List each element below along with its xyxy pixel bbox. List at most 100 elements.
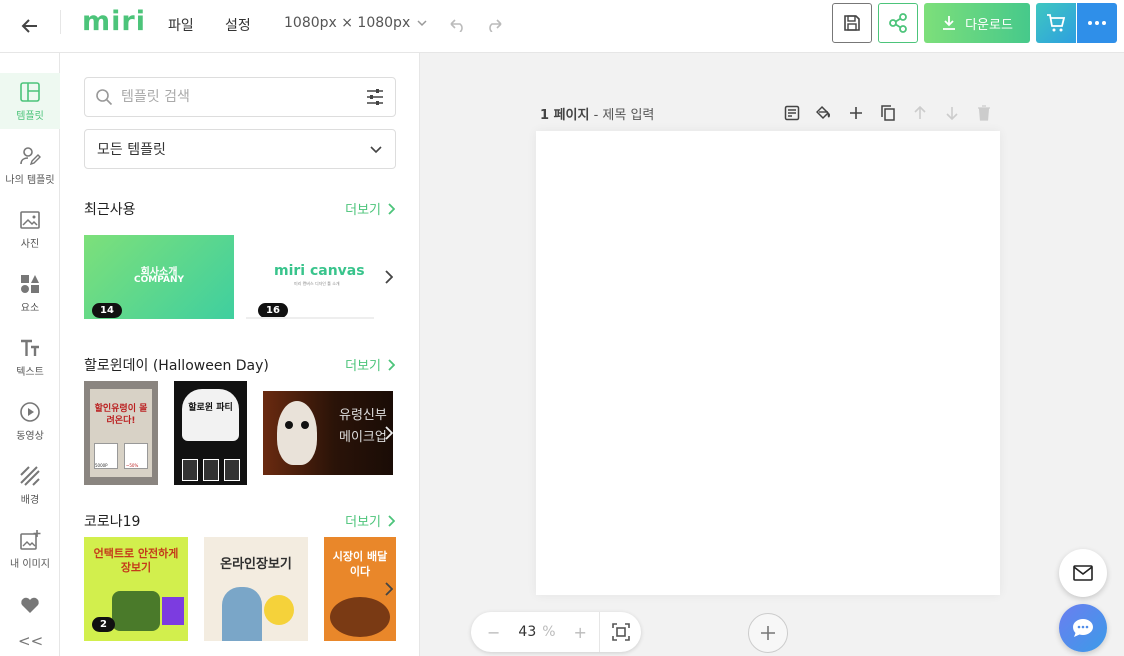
section-title-corona: 코로나19	[84, 514, 141, 530]
search-icon	[96, 89, 113, 106]
page-count-badge: 2	[92, 617, 115, 632]
carousel-next-icon[interactable]	[381, 581, 397, 597]
image-icon	[20, 210, 40, 229]
add-page-button[interactable]	[748, 613, 788, 653]
trash-icon[interactable]	[974, 103, 994, 123]
template-thumb-halloween-sale[interactable]: 할인유령이 몰려온다! 5000P ~50%	[84, 381, 158, 485]
thumb-text: 5000P	[95, 463, 108, 468]
zoom-unit: %	[542, 624, 556, 640]
paint-bucket-icon[interactable]	[814, 103, 834, 123]
zoom-out-icon[interactable]: −	[487, 623, 500, 642]
more-link-halloween[interactable]: 더보기	[345, 355, 395, 374]
add-page-icon[interactable]	[846, 103, 866, 123]
play-icon	[20, 401, 40, 422]
sidebar-item-label: 요소	[20, 302, 40, 314]
back-arrow-icon[interactable]	[16, 12, 44, 40]
canvas-workspace: 1 페이지 - 제목 입력 − 43 % +	[420, 53, 1124, 656]
chevron-down-icon	[417, 20, 427, 27]
thumb-text: COMPANY	[134, 275, 184, 285]
template-panel: 모든 템플릿 최근사용 더보기 회사소개 COMPANY 14 miri can…	[60, 53, 420, 656]
sidebar-item-photos[interactable]: 사진	[0, 201, 60, 257]
filter-sliders-icon[interactable]	[365, 87, 385, 107]
move-up-icon[interactable]	[910, 103, 930, 123]
sidebar-item-elements[interactable]: 요소	[0, 265, 60, 321]
sidebar-item-text[interactable]: 텍스트	[0, 329, 60, 385]
contact-mail-button[interactable]	[1059, 549, 1107, 597]
more-link-corona[interactable]: 더보기	[345, 511, 395, 530]
more-link-label: 더보기	[345, 515, 381, 530]
design-canvas[interactable]	[536, 131, 1000, 595]
redo-icon[interactable]	[484, 14, 506, 36]
chat-button[interactable]	[1059, 604, 1107, 652]
download-button[interactable]: 다운로드	[924, 3, 1030, 43]
carousel-next-icon[interactable]	[381, 269, 397, 285]
text-icon	[21, 339, 39, 356]
page-number: 1 페이지	[540, 108, 590, 123]
more-dots-icon	[1088, 21, 1106, 25]
share-button[interactable]	[878, 3, 918, 43]
sidebar-collapse-button[interactable]: <<	[18, 632, 43, 650]
heart-icon	[21, 597, 39, 613]
search-input[interactable]	[121, 89, 365, 105]
share-icon	[889, 13, 907, 33]
sidebar-item-my-images[interactable]: 내 이미지	[0, 521, 60, 577]
thumb-text: ~50%	[126, 463, 139, 468]
save-button[interactable]	[832, 3, 872, 43]
template-thumb-halloween-party[interactable]: 할로윈 파티	[174, 381, 247, 485]
sidebar-item-favorites[interactable]	[0, 577, 60, 633]
move-down-icon[interactable]	[942, 103, 962, 123]
floppy-disk-icon	[844, 15, 860, 31]
pattern-icon	[20, 465, 40, 486]
sidebar-item-background[interactable]: 배경	[0, 457, 60, 513]
layout-icon	[20, 81, 40, 102]
page-memo-icon[interactable]	[782, 103, 802, 123]
image-add-icon	[20, 529, 41, 550]
sidebar-item-templates[interactable]: 템플릿	[0, 73, 60, 129]
more-link-label: 더보기	[345, 203, 381, 218]
template-category-value: 모든 템플릿	[97, 142, 166, 158]
menu-settings[interactable]: 설정	[225, 15, 251, 35]
template-thumb-ghost-bride[interactable]: 유령신부 메이크업	[263, 391, 393, 475]
zoom-control: − 43 % +	[471, 612, 641, 652]
cart-icon	[1047, 14, 1066, 32]
thumb-text: 할로윈 파티	[188, 403, 233, 413]
chevron-right-icon	[388, 358, 395, 371]
thumb-text: 언택트로 안전하게 장보기	[93, 547, 179, 574]
canvas-size-select[interactable]: 1080px × 1080px	[284, 15, 428, 31]
zoom-in-icon[interactable]: +	[574, 623, 587, 642]
page-count-badge: 14	[92, 303, 122, 318]
fit-screen-icon[interactable]	[612, 623, 630, 641]
carousel-next-icon[interactable]	[381, 425, 397, 441]
page-title-input[interactable]: - 제목 입력	[589, 108, 655, 123]
chevron-right-icon	[388, 514, 395, 527]
chat-bubble-icon	[1073, 619, 1093, 637]
download-icon	[943, 16, 956, 30]
cart-button[interactable]	[1036, 3, 1076, 43]
template-thumb-company[interactable]: 회사소개 COMPANY 14	[84, 235, 234, 319]
thumb-text: miri canvas	[274, 263, 365, 279]
section-title-halloween: 할로윈데이 (Halloween Day)	[84, 358, 269, 374]
template-thumb-untact-shopping[interactable]: 언택트로 안전하게 장보기 2	[84, 537, 188, 641]
mail-icon	[1073, 565, 1093, 581]
undo-icon[interactable]	[446, 14, 468, 36]
duplicate-page-icon[interactable]	[878, 103, 898, 123]
template-thumb-online-shopping[interactable]: 온라인장보기	[204, 537, 308, 641]
page-label: 1 페이지 - 제목 입력	[540, 104, 654, 123]
download-label: 다운로드	[965, 17, 1013, 33]
template-thumb-miri-canvas[interactable]: miri canvas 미리 캔버스 디자인 툴 소개 16	[246, 235, 374, 319]
sidebar-item-video[interactable]: 동영상	[0, 393, 60, 449]
zoom-value[interactable]: 43	[518, 624, 536, 640]
top-header: miri 파일 설정 1080px × 1080px 다운로드	[0, 0, 1124, 53]
more-link-recent[interactable]: 더보기	[345, 199, 395, 218]
thumb-text: 할인유령이 몰려온다!	[94, 404, 148, 426]
miri-logo[interactable]: miri	[82, 6, 146, 37]
sidebar-item-label: 템플릿	[16, 110, 44, 122]
left-sidebar: 템플릿 나의 템플릿 사진 요소 텍스트 동영상 배경 내 이미지 <<	[0, 53, 60, 656]
sidebar-item-label: 배경	[20, 494, 40, 506]
sidebar-item-my-templates[interactable]: 나의 템플릿	[0, 137, 60, 193]
more-options-button[interactable]	[1077, 3, 1117, 43]
chevron-right-icon	[388, 202, 395, 215]
menu-file[interactable]: 파일	[168, 15, 194, 35]
template-category-dropdown[interactable]: 모든 템플릿	[84, 129, 396, 169]
more-link-label: 더보기	[345, 359, 381, 374]
